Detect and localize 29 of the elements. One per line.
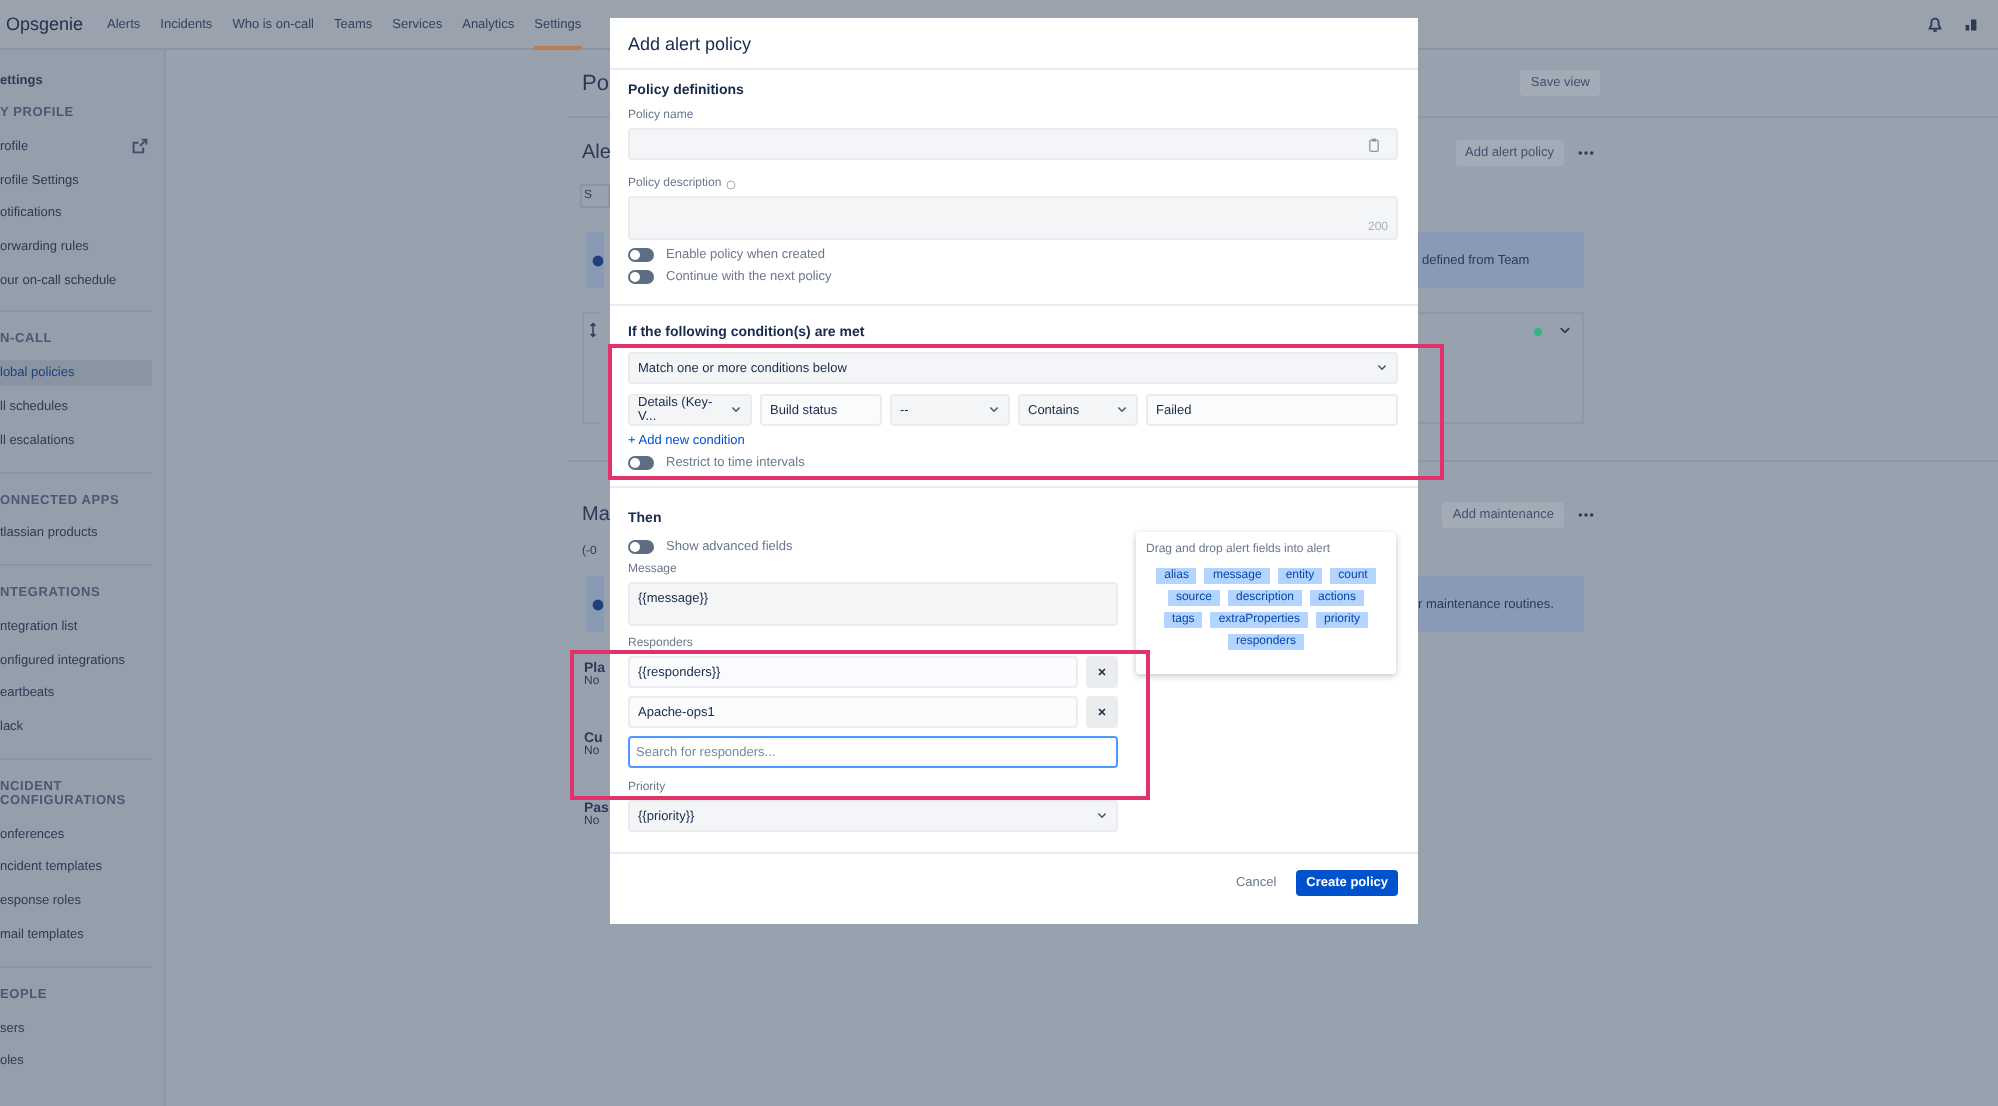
close-icon[interactable]: [1096, 706, 1108, 718]
external-link-icon[interactable]: [132, 138, 148, 155]
more-icon[interactable]: [1576, 509, 1596, 519]
clipboard-icon[interactable]: [1368, 137, 1380, 151]
section-title: Ma: [582, 503, 610, 525]
chevron-down-icon[interactable]: [1376, 364, 1388, 372]
toggle-switch[interactable]: [628, 539, 654, 553]
page-title: Po: [582, 71, 609, 95]
chevron-down-icon[interactable]: [988, 406, 1000, 414]
info-icon: [592, 253, 604, 267]
close-icon[interactable]: [1096, 666, 1108, 678]
toggle-switch[interactable]: [628, 455, 654, 469]
section-title: Ale: [582, 141, 611, 163]
chart-icon[interactable]: [1962, 15, 1980, 33]
chevron-down-icon[interactable]: [1116, 406, 1128, 414]
toggle-switch[interactable]: [628, 247, 654, 261]
remove-button[interactable]: [1086, 656, 1118, 688]
toggle-switch[interactable]: [628, 269, 654, 283]
bell-icon[interactable]: [1926, 15, 1944, 33]
chevron-down-icon[interactable]: [1096, 812, 1108, 820]
chevron-down-icon[interactable]: [1558, 326, 1572, 336]
more-icon[interactable]: [1576, 147, 1596, 157]
sort-icon[interactable]: [587, 322, 597, 338]
remove-button[interactable]: [1086, 696, 1118, 728]
dialog-title: Add alert policy: [628, 33, 752, 53]
chevron-down-icon[interactable]: [730, 406, 742, 414]
info-icon: [592, 597, 604, 611]
policy-name-field[interactable]: [628, 128, 1398, 160]
app-logo[interactable]: Opsgenie: [6, 14, 84, 34]
